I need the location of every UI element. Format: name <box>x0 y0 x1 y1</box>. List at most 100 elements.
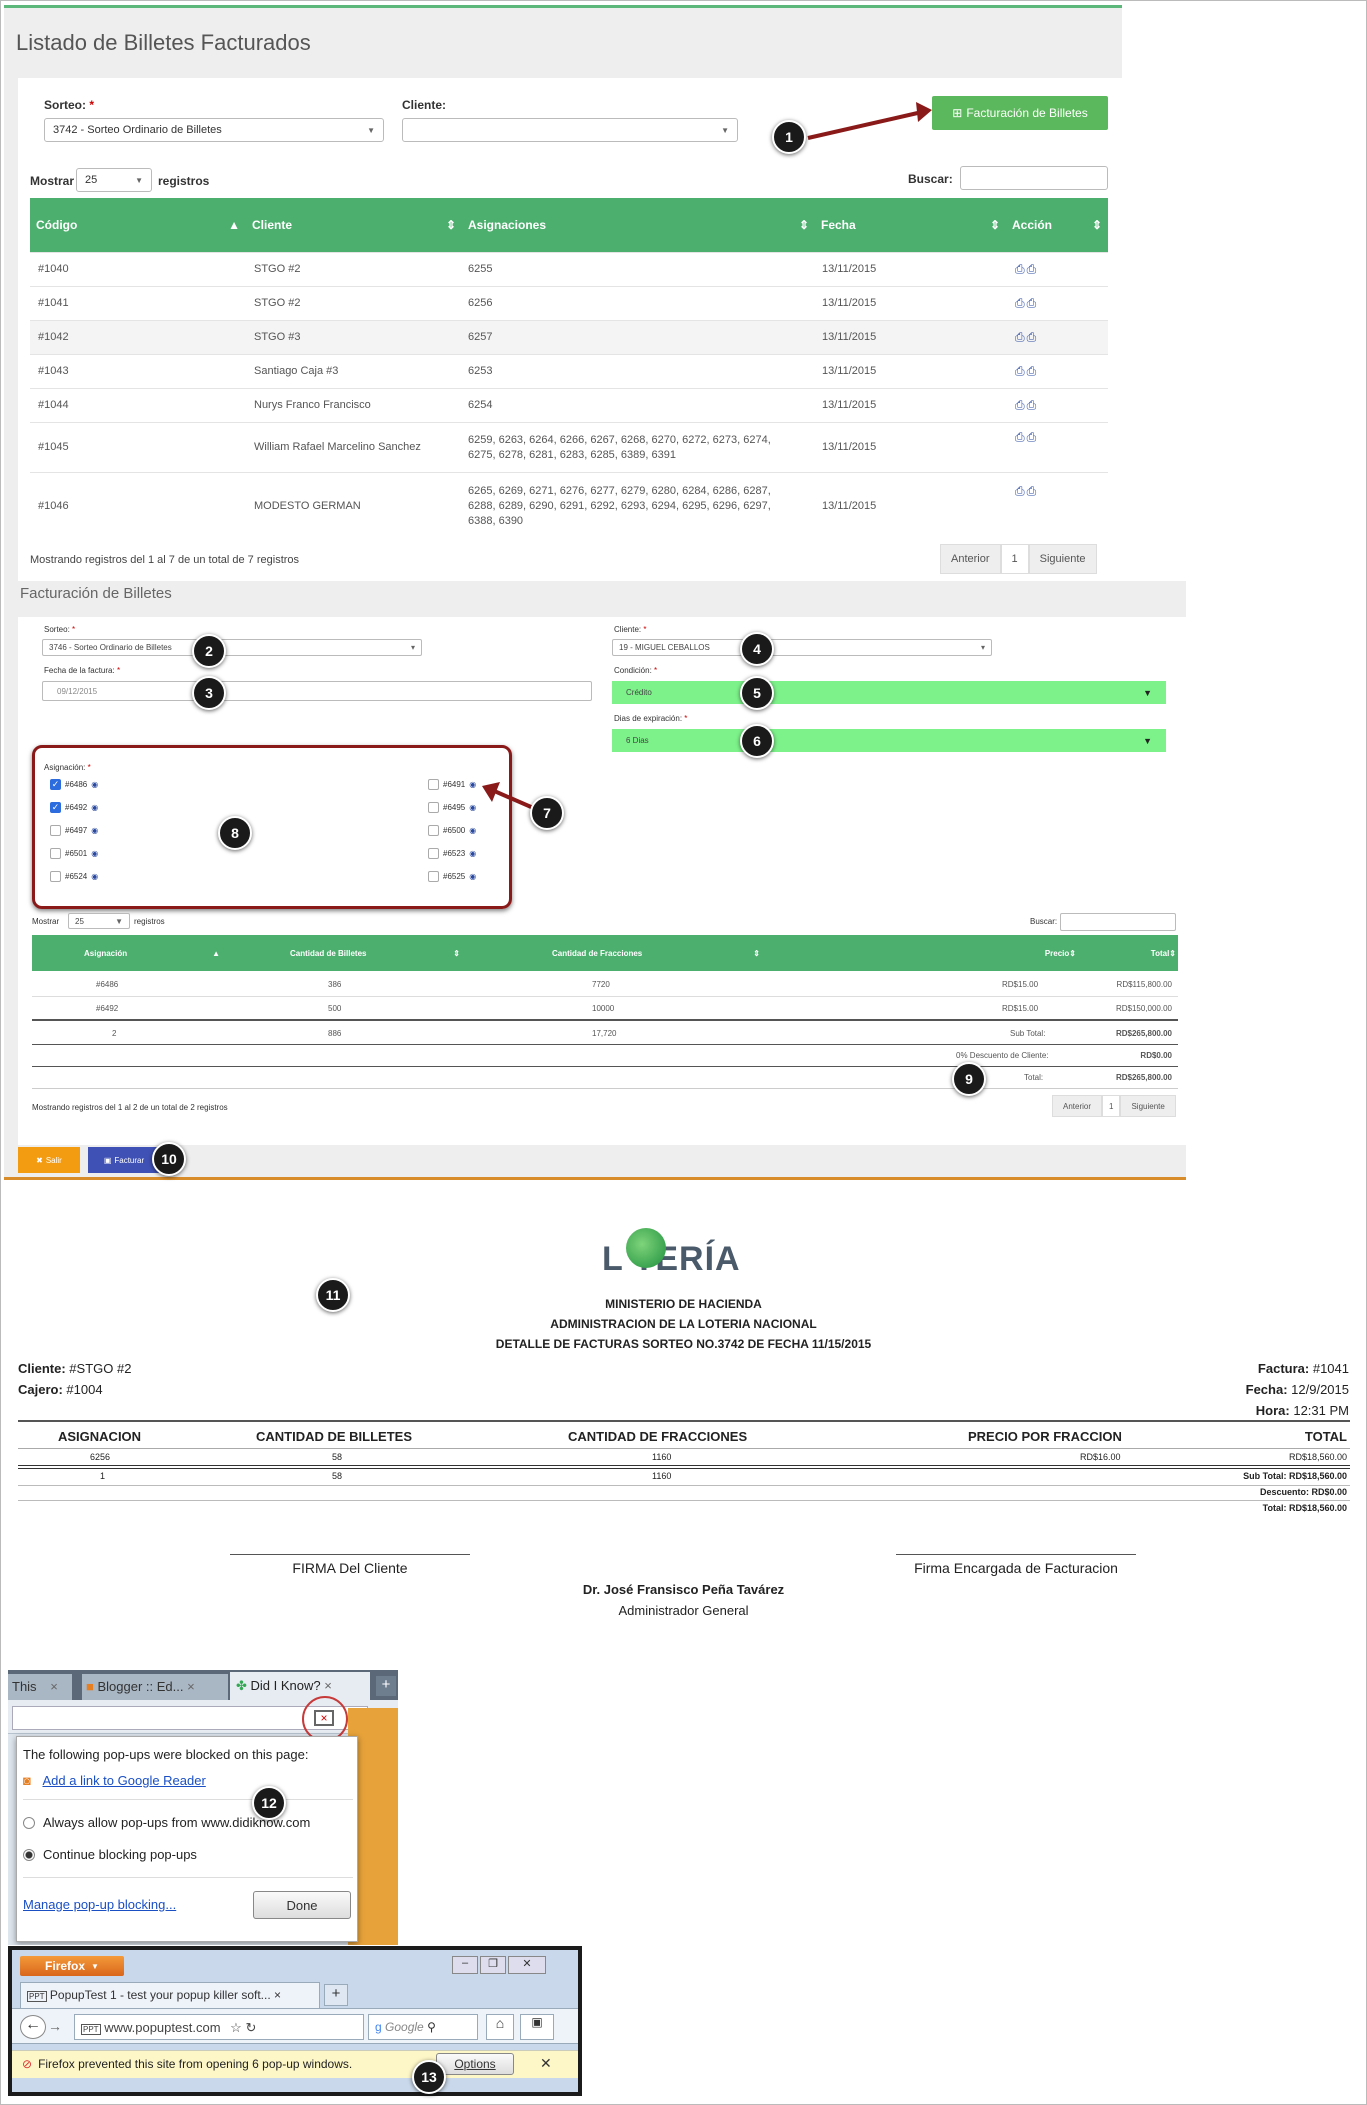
eye-icon[interactable]: ◉ <box>91 849 98 858</box>
print-icon[interactable]: ⎙⎙ <box>1015 253 1038 286</box>
col-cliente[interactable]: Cliente ⇕ <box>246 198 462 252</box>
prev-page-button[interactable]: Anterior <box>1052 1095 1103 1117</box>
assignment-checkbox[interactable]: #6497 ◉ <box>50 825 98 836</box>
eye-icon[interactable]: ◉ <box>469 849 476 858</box>
nav-toolbar: ← → PPT www.popuptest.com ☆ ↻ g Google ⚲… <box>12 2008 578 2044</box>
print-icon[interactable]: ⎙⎙ <box>1015 287 1038 320</box>
col-asignacion: ASIGNACION <box>58 1429 142 1444</box>
table-row: #1046 MODESTO GERMAN 6265, 6269, 6271, 6… <box>30 472 1108 540</box>
eye-icon[interactable]: ◉ <box>469 780 476 789</box>
sorteo-label: Sorteo: * <box>44 98 95 112</box>
new-tab-button[interactable]: + <box>376 1676 396 1696</box>
expiration-days-select[interactable]: 6 Dias ▼ <box>612 729 1166 752</box>
manage-popups-link[interactable]: Manage pop-up blocking... <box>23 1897 176 1912</box>
blocked-popup-link[interactable]: Add a link to Google Reader <box>42 1773 205 1788</box>
add-invoice-button[interactable]: ⊞ Facturación de Billetes <box>932 96 1108 130</box>
col-fracciones[interactable]: Cantidad de Fracciones ⇕ <box>470 935 770 971</box>
eye-icon[interactable]: ◉ <box>91 872 98 881</box>
firefox-menu-button[interactable]: Firefox ▼ <box>20 1956 124 1976</box>
firefox-window: Firefox ▼ – ❐ ✕ PPT PopupTest 1 - test yo… <box>12 1950 578 2092</box>
col-accion[interactable]: Acción ⇕ <box>1006 198 1108 252</box>
cliente-select[interactable]: 19 - MIGUEL CEBALLOS ▾ <box>612 639 992 656</box>
col-fecha[interactable]: Fecha ⇕ <box>815 198 1006 252</box>
eye-icon[interactable]: ◉ <box>91 780 98 789</box>
cell: 7720 <box>592 980 610 989</box>
search-input[interactable] <box>1060 913 1176 931</box>
invoice-date-input[interactable]: 09/12/2015 <box>42 681 592 701</box>
col-asignaciones[interactable]: Asignaciones ⇕ <box>462 198 815 252</box>
assignment-checkbox[interactable]: #6501 ◉ <box>50 848 98 859</box>
search-input[interactable] <box>960 166 1108 190</box>
tab-didiknow[interactable]: ✤ Did I Know? × <box>230 1672 370 1700</box>
col-total[interactable]: Total ⇕ <box>1080 935 1178 971</box>
col-codigo[interactable]: Código ▲ <box>30 198 246 252</box>
bookmark-star-icon[interactable]: ☆ <box>230 2020 242 2035</box>
assignment-checkbox[interactable]: #6491 ◉ <box>428 779 476 790</box>
eye-icon[interactable]: ◉ <box>469 803 476 812</box>
assignment-checkbox[interactable]: #6495 ◉ <box>428 802 476 813</box>
assignment-checkbox[interactable]: #6523 ◉ <box>428 848 476 859</box>
forward-button[interactable]: → <box>48 2018 62 2034</box>
reload-icon[interactable]: ↻ <box>245 2020 256 2035</box>
close-window-button[interactable]: ✕ <box>508 1956 546 1974</box>
sorteo-select[interactable]: 3746 - Sorteo Ordinario de Billetes ▾ <box>42 639 422 656</box>
chrome-popup-blocker: This × ■ Blogger :: Ed... × ✤ Did I Know… <box>8 1670 398 1945</box>
bill-button[interactable]: ▣ Facturar <box>88 1147 160 1173</box>
asig-cell: 6257 <box>468 331 493 343</box>
print-icon[interactable]: ⎙⎙ <box>1015 355 1038 388</box>
assignment-checkbox[interactable]: #6525 ◉ <box>428 871 476 882</box>
print-icon[interactable]: ⎙⎙ <box>1015 423 1038 451</box>
col-precio[interactable]: Precio ⇕ <box>770 935 1080 971</box>
url-bar[interactable]: PPT www.popuptest.com ☆ ↻ <box>74 2014 364 2040</box>
col-asignacion[interactable]: Asignación ▲ <box>32 935 230 971</box>
code-cell: #1041 <box>38 297 69 309</box>
options-button[interactable]: Options <box>436 2053 514 2075</box>
print-icon[interactable]: ⎙⎙ <box>1015 389 1038 422</box>
tab-this[interactable]: This × <box>8 1674 72 1700</box>
page-1-button[interactable]: 1 <box>1102 1095 1121 1117</box>
done-button[interactable]: Done <box>253 1891 351 1919</box>
assignment-checkbox[interactable]: #6524 ◉ <box>50 871 98 882</box>
page-1-button[interactable]: 1 <box>1000 544 1029 574</box>
eye-icon[interactable]: ◉ <box>469 872 476 881</box>
minimize-button[interactable]: – <box>452 1956 478 1974</box>
page-size-select[interactable]: 25 ▼ <box>76 168 152 192</box>
discount-row: 0% Descuento de Cliente: RD$0.00 <box>32 1045 1178 1067</box>
block-popups-radio[interactable]: Continue blocking pop-ups <box>23 1847 197 1862</box>
code-cell: #1040 <box>38 263 69 275</box>
tab-popuptest[interactable]: PPT PopupTest 1 - test your popup killer… <box>20 1982 320 2008</box>
bookmarks-button[interactable]: ▣ <box>520 2014 554 2040</box>
eye-icon[interactable]: ◉ <box>469 826 476 835</box>
cell: 500 <box>328 1003 342 1013</box>
back-button[interactable]: ← <box>20 2015 46 2039</box>
search-icon[interactable]: ⚲ <box>427 2020 436 2034</box>
prev-page-button[interactable]: Anterior <box>940 544 1001 574</box>
close-notification-icon[interactable]: ✕ <box>540 2055 552 2072</box>
client-cell: STGO #2 <box>254 263 301 275</box>
print-icon[interactable]: ⎙⎙ <box>1015 473 1038 509</box>
loteria-logo: L TERÍA <box>590 1222 780 1280</box>
home-button[interactable]: ⌂ <box>486 2014 514 2040</box>
next-page-button[interactable]: Siguiente <box>1028 544 1097 574</box>
sorteo-select[interactable]: 3742 - Sorteo Ordinario de Billetes ▼ <box>44 118 384 142</box>
cell: 58 <box>332 1471 343 1481</box>
cliente-select[interactable]: ▼ <box>402 118 738 142</box>
eye-icon[interactable]: ◉ <box>91 826 98 835</box>
col-billetes[interactable]: Cantidad de Billetes ⇕ <box>230 935 470 971</box>
assignment-checkbox[interactable]: ✓ #6492 ◉ <box>50 802 98 813</box>
tab-blogger[interactable]: ■ Blogger :: Ed... × <box>82 1674 228 1700</box>
assignment-checkbox[interactable]: ✓ #6486 ◉ <box>50 779 98 790</box>
client-cell: STGO #2 <box>254 297 301 309</box>
restore-button[interactable]: ❐ <box>480 1956 506 1974</box>
print-icon[interactable]: ⎙⎙ <box>1015 321 1038 354</box>
new-tab-button[interactable]: + <box>324 1984 348 2006</box>
subtotal: Sub Total: RD$18,560.00 <box>1243 1471 1347 1481</box>
search-box[interactable]: g Google ⚲ <box>368 2014 478 2040</box>
exit-button[interactable]: ✖ Salir <box>18 1147 80 1173</box>
sort-icon: ▲ <box>228 218 240 232</box>
eye-icon[interactable]: ◉ <box>91 803 98 812</box>
next-page-button[interactable]: Siguiente <box>1120 1095 1176 1117</box>
assignment-checkbox[interactable]: #6500 ◉ <box>428 825 476 836</box>
condition-select[interactable]: Crédito ▼ <box>612 681 1166 704</box>
page-size-select[interactable]: 25 ▼ <box>68 913 130 929</box>
